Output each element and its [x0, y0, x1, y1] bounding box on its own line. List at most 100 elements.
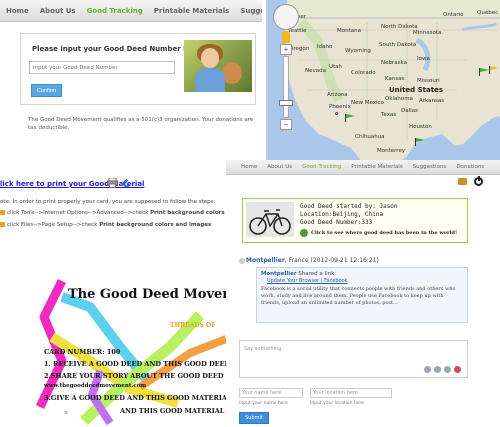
map-label-arkansas: Arkansas [419, 98, 445, 104]
globe-share-icon[interactable] [434, 366, 441, 373]
link-icon[interactable] [454, 366, 461, 373]
user-icon [239, 257, 245, 264]
map-view[interactable]: Vancouver Seattle Montana North Dakota M… [266, 0, 500, 163]
child-body-shape [195, 68, 225, 92]
map-label-ontario: Ontario [443, 12, 464, 18]
deed-number-form: Please input your Good Deed Number here:… [20, 33, 256, 105]
zoom-in-button[interactable]: + [280, 44, 292, 55]
nav2-donations[interactable]: Donations [456, 164, 484, 170]
flag-marker-icon[interactable] [345, 114, 355, 122]
flag-marker-icon[interactable] [489, 66, 499, 74]
detail-nav: Home About Us Good Tracking Printable Ma… [226, 160, 500, 175]
nav2-about-us[interactable]: About Us [267, 164, 292, 170]
printable-page: lick here to print your Good Material ot… [0, 170, 262, 427]
zoom-slider-track[interactable] [283, 56, 289, 118]
nav-printable-materials[interactable]: Printable Materials [154, 7, 230, 15]
map-label-colorado: Colorado [351, 70, 376, 76]
map-label-nebraska: Nebraska [381, 60, 407, 66]
shared-author[interactable]: Montpellier [261, 271, 297, 277]
name-caption: Input your name here [239, 401, 288, 406]
printer-icon[interactable] [107, 178, 118, 188]
print-step-2: click Files-->Page Setup-->check Print b… [0, 222, 211, 228]
card-title: The Good Deed Movem [68, 287, 237, 302]
nav2-suggestions[interactable]: Suggestions [413, 164, 447, 170]
step-2-bold: Print background colors and images [99, 222, 212, 228]
map-label-monterrey: Monterrey [377, 148, 406, 154]
good-deed-summary: Good Deed started by: Jason Location:Bei… [242, 198, 468, 243]
refresh-icon[interactable] [122, 179, 131, 188]
street-view-pegman-icon[interactable] [282, 31, 290, 43]
post-timestamp: (2012-09-21 12:16:21) [310, 257, 379, 264]
globe-icon [300, 229, 308, 237]
shared-label: Shared a link: [296, 271, 337, 277]
map-label-minnesota: Minnesota [413, 30, 442, 36]
step-1-text: click Tools-->Internet Options-->Advance… [7, 210, 151, 216]
map-label-quebec: Québec [477, 10, 499, 16]
tax-notice: The Good Deed Movement qualifies as a 50… [28, 117, 254, 131]
nav-suggestions[interactable]: Suggestions [240, 7, 262, 15]
card-line-4: 3.GIVE A GOOD DEED AND THIS GOOD MATERIA… [44, 394, 232, 402]
nav2-good-tracking[interactable]: Good Tracking [302, 164, 341, 170]
zoom-slider-handle[interactable] [279, 100, 293, 106]
map-label-missouri: Missouri [417, 78, 440, 84]
main-nav: Home About Us Good Tracking Printable Ma… [0, 0, 262, 22]
map-label-iowa: Iowa [417, 56, 430, 62]
power-icon[interactable] [474, 176, 483, 186]
map-label-kansas: Kansas [385, 76, 405, 82]
shared-link-post: Montpellier Shared a link: Update Your B… [256, 267, 468, 323]
post-author[interactable]: Montpellier [246, 257, 285, 264]
print-step-1: click Tools-->Internet Options-->Advance… [0, 210, 242, 216]
tracking-page: Home About Us Good Tracking Printable Ma… [0, 0, 262, 170]
camera-icon[interactable] [424, 366, 431, 373]
card-number: CARD NUMBER: 100 [44, 348, 121, 356]
shared-link-description: Facebook is a social utility that connec… [261, 286, 456, 306]
card-threads-label: THREADS OF [170, 322, 216, 329]
map-label-dallas: Dallas [401, 108, 418, 114]
teddy-bear-shape [222, 62, 242, 84]
map-label-new-mexico: New Mexico [351, 100, 384, 106]
map-label-utah: Utah [329, 64, 343, 70]
comment-textarea[interactable]: Say something.. [239, 340, 468, 378]
nav-about-us[interactable]: About Us [40, 7, 76, 15]
post-location: , France [284, 257, 309, 264]
comment-placeholder: Say something.. [244, 346, 285, 352]
name-input[interactable]: Your name here [239, 388, 303, 398]
pan-control[interactable] [273, 4, 299, 30]
location-caption: Input your location here [310, 401, 365, 406]
map-label-united-states: United States [389, 86, 443, 94]
comment-tools [424, 366, 461, 373]
good-deed-card: The Good Deed Movem THREADS OF CARD NUMB… [0, 277, 262, 427]
nav-home[interactable]: Home [6, 7, 29, 15]
canada-region [287, 0, 500, 22]
deed-world-link[interactable]: Click to see where good deed has been in… [311, 230, 457, 236]
shared-link-title[interactable]: Update Your Browser | Facebook [267, 278, 463, 284]
bicycle-photo [246, 202, 294, 237]
emoji-icon[interactable] [444, 366, 451, 373]
map-label-idaho: Idaho [317, 44, 333, 50]
step-bullet-icon [0, 222, 5, 227]
flag-marker-icon[interactable] [415, 138, 425, 146]
child-face-shape [201, 48, 219, 68]
map-label-phoenix: Phoenix [329, 104, 351, 110]
city-dot [335, 112, 338, 115]
nav2-home[interactable]: Home [241, 164, 257, 170]
map-label-texas: Texas [381, 112, 397, 118]
card-close-icon[interactable]: × [64, 410, 68, 417]
folder-icon[interactable] [458, 178, 467, 185]
confirm-button[interactable]: Confirm [31, 84, 62, 97]
flag-marker-icon[interactable] [479, 68, 489, 76]
deed-number-input[interactable] [29, 61, 175, 74]
card-line-3: www.thegooddeedmovement.com [44, 383, 147, 389]
zoom-out-button[interactable]: − [280, 119, 292, 130]
deed-number-prompt: Please input your Good Deed Number here: [32, 45, 204, 53]
deed-started-by: Good Deed started by: Jason [300, 203, 398, 210]
nav2-printable-materials[interactable]: Printable Materials [351, 164, 402, 170]
map-label-houston: Houston [409, 124, 432, 130]
submit-button[interactable]: Submit [239, 412, 269, 424]
map-label-arizona: Arizona [327, 92, 348, 98]
print-intro: ote: In order to print properly your car… [0, 199, 216, 205]
map-label-south-dakota: South Dakota [379, 42, 417, 48]
nav-good-tracking[interactable]: Good Tracking [87, 7, 143, 15]
location-input[interactable]: Your location here [310, 388, 392, 398]
shared-by-line: Montpellier Shared a link: [261, 271, 463, 277]
